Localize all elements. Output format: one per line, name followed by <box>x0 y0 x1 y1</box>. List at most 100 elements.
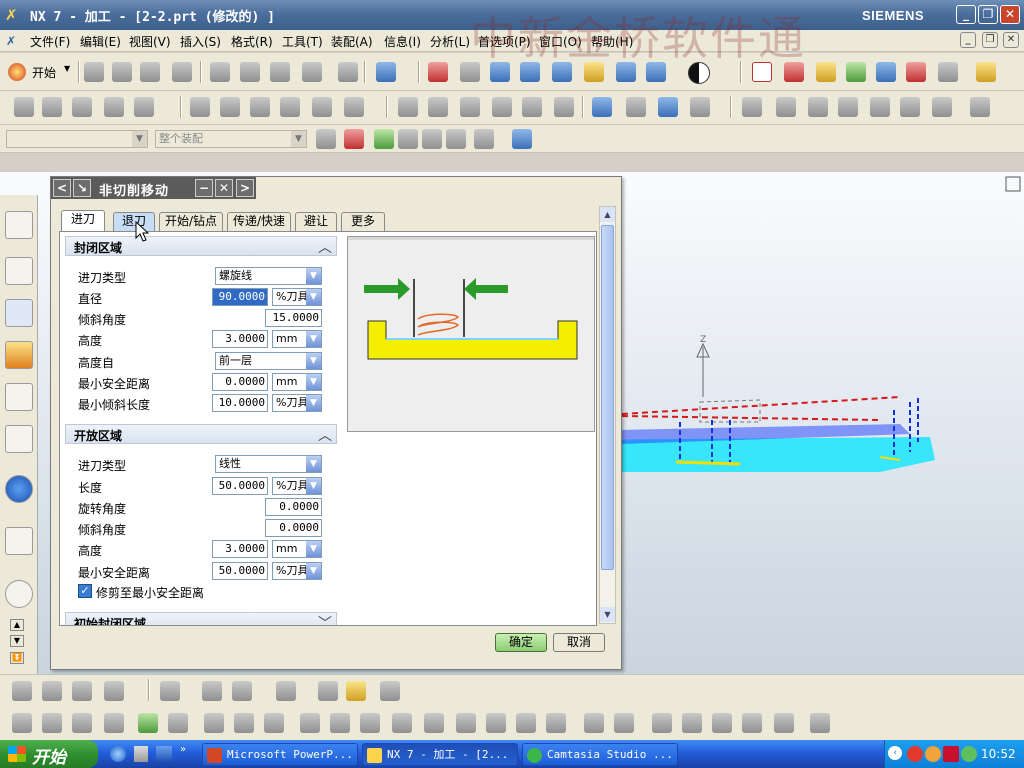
bottom-tool-24-icon[interactable] <box>392 713 412 733</box>
tab-start-drill-points[interactable]: 开始/钻点 <box>159 212 223 231</box>
initial-closed-area-section-header[interactable]: 初始封闭区域 ﹀ <box>65 612 337 625</box>
tray-antivirus-icon[interactable] <box>907 746 923 762</box>
bottom-tool-23-icon[interactable] <box>360 713 380 733</box>
closed-ramp-angle-input[interactable]: 15.0000 <box>265 309 322 327</box>
close-dialog-button[interactable]: ✕ <box>215 179 233 197</box>
bottom-tool-30-icon[interactable] <box>584 713 604 733</box>
bottom-tool-26-icon[interactable] <box>456 713 476 733</box>
tray-network-icon[interactable] <box>961 746 977 762</box>
menu-information[interactable]: 信息(I) <box>384 33 421 50</box>
bottom-tool-6-icon[interactable] <box>202 681 222 701</box>
bottom-tool-1-icon[interactable] <box>12 681 32 701</box>
menu-file[interactable]: 文件(F) <box>30 33 70 50</box>
tool-path-replay-icon[interactable] <box>460 97 480 117</box>
wcs-icon[interactable] <box>752 62 772 82</box>
length-input[interactable]: 50.0000 <box>212 477 268 495</box>
bottom-tool-21-icon[interactable] <box>300 713 320 733</box>
magnify-icon[interactable] <box>520 62 540 82</box>
height-from-select[interactable]: 前一层 ▼ <box>215 352 322 370</box>
select-filter-icon[interactable] <box>376 62 396 82</box>
zoom-window-icon[interactable] <box>460 62 480 82</box>
arc-icon[interactable] <box>900 97 920 117</box>
menu-window[interactable]: 窗口(O) <box>539 33 582 50</box>
bottom-tool-2-icon[interactable] <box>42 681 62 701</box>
shop-report-icon[interactable] <box>658 97 678 117</box>
bottom-tool-19-icon[interactable] <box>234 713 254 733</box>
copy-icon[interactable] <box>240 62 260 82</box>
cut-icon[interactable] <box>210 62 230 82</box>
tab-more[interactable]: 更多 <box>341 212 385 231</box>
bottom-tool-11-icon[interactable] <box>380 681 400 701</box>
web-browser-tab[interactable] <box>5 527 33 555</box>
bottom-tool-13-icon[interactable] <box>42 713 62 733</box>
menu-help[interactable]: 帮助(H) <box>591 33 633 50</box>
tray-recorder-icon[interactable] <box>943 746 959 762</box>
tab-avoidance[interactable]: 避让 <box>295 212 337 231</box>
pin-icon[interactable]: ↘ <box>73 179 91 197</box>
assembly-scope-select[interactable]: 整个装配 ▼ <box>155 130 307 148</box>
tool-path-output-icon[interactable] <box>554 97 574 117</box>
diameter-unit-select[interactable]: %刀具 ▼ <box>272 288 322 306</box>
information-tab[interactable] <box>5 475 33 503</box>
bottom-tool-33-icon[interactable] <box>682 713 702 733</box>
machine-tool-navigator-tab[interactable] <box>5 257 33 285</box>
rename-operation-icon[interactable] <box>344 97 364 117</box>
cancel-button[interactable]: 取消 <box>553 633 605 652</box>
start-menu-button[interactable]: 开始 ▼ <box>8 61 72 83</box>
snap-point-icon[interactable] <box>344 129 364 149</box>
bottom-tool-18-icon[interactable] <box>204 713 224 733</box>
bottom-tool-4-icon[interactable] <box>104 681 124 701</box>
simulate-icon[interactable] <box>906 62 926 82</box>
solid-icon[interactable] <box>932 97 952 117</box>
bottom-tool-34-icon[interactable] <box>712 713 732 733</box>
menu-preferences[interactable]: 首选项(P) <box>478 33 531 50</box>
bottom-tool-32-icon[interactable] <box>652 713 672 733</box>
diameter-input[interactable]: 90.0000 <box>212 288 268 306</box>
rotation-angle-input[interactable]: 0.0000 <box>265 498 322 516</box>
quick-launch-desktop-icon[interactable] <box>156 746 172 762</box>
fit-view-icon[interactable] <box>428 62 448 82</box>
tool-path-verify-icon[interactable] <box>492 97 512 117</box>
shaded-view-icon[interactable] <box>616 62 636 82</box>
bottom-tool-35-icon[interactable] <box>742 713 762 733</box>
body-rule-icon[interactable] <box>422 129 442 149</box>
quick-launch-app-icon[interactable] <box>134 746 148 762</box>
cube-view-icon[interactable] <box>646 62 666 82</box>
quick-launch-ie-icon[interactable] <box>110 746 126 762</box>
closed-height-input[interactable]: 3.0000 <box>212 330 268 348</box>
closed-min-clearance-input[interactable]: 0.0000 <box>212 373 268 391</box>
verify-icon[interactable] <box>876 62 896 82</box>
bottom-tool-12-icon[interactable] <box>12 713 32 733</box>
windows-start-button[interactable]: 开始 <box>0 740 98 768</box>
open-height-unit-select[interactable]: mm ▼ <box>272 540 322 558</box>
bottom-tool-22-icon[interactable] <box>330 713 350 733</box>
tab-engage[interactable]: 进刀 <box>61 210 105 232</box>
reuse-library-tab[interactable] <box>5 383 33 411</box>
bottom-tool-27-icon[interactable] <box>486 713 506 733</box>
bottom-tool-16-icon[interactable] <box>138 713 158 733</box>
closed-height-unit-select[interactable]: mm ▼ <box>272 330 322 348</box>
bottom-tool-28-icon[interactable] <box>516 713 536 733</box>
menu-insert[interactable]: 插入(S) <box>180 33 221 50</box>
collapse-dialog-button[interactable]: − <box>195 179 213 197</box>
bottom-tool-20-icon[interactable] <box>264 713 284 733</box>
operation-navigator-tab[interactable] <box>5 211 33 239</box>
task-powerpoint[interactable]: Microsoft PowerP... <box>202 743 358 766</box>
delete-operation-icon[interactable] <box>312 97 332 117</box>
curve-rule-icon[interactable] <box>374 129 394 149</box>
tab-transfer-rapid[interactable]: 传递/快速 <box>227 212 291 231</box>
scroll-down-button[interactable]: ▼ <box>600 607 615 622</box>
print-icon[interactable] <box>172 62 192 82</box>
closed-min-clearance-unit-select[interactable]: mm ▼ <box>272 373 322 391</box>
open-file-icon[interactable] <box>112 62 132 82</box>
tool-path-gouge-icon[interactable] <box>522 97 542 117</box>
minimize-button[interactable]: _ <box>956 5 976 24</box>
closed-engage-type-select[interactable]: 螺旋线 ▼ <box>215 267 322 285</box>
menu-tools[interactable]: 工具(T) <box>282 33 323 50</box>
dialog-scrollbar[interactable]: ▲ ▼ <box>599 206 616 624</box>
bottom-tool-31-icon[interactable] <box>614 713 634 733</box>
new-file-icon[interactable] <box>84 62 104 82</box>
open-min-clearance-unit-select[interactable]: %刀具 ▼ <box>272 562 322 580</box>
tray-expand-icon[interactable]: ‹ <box>888 746 902 760</box>
rotate-icon[interactable] <box>552 62 572 82</box>
